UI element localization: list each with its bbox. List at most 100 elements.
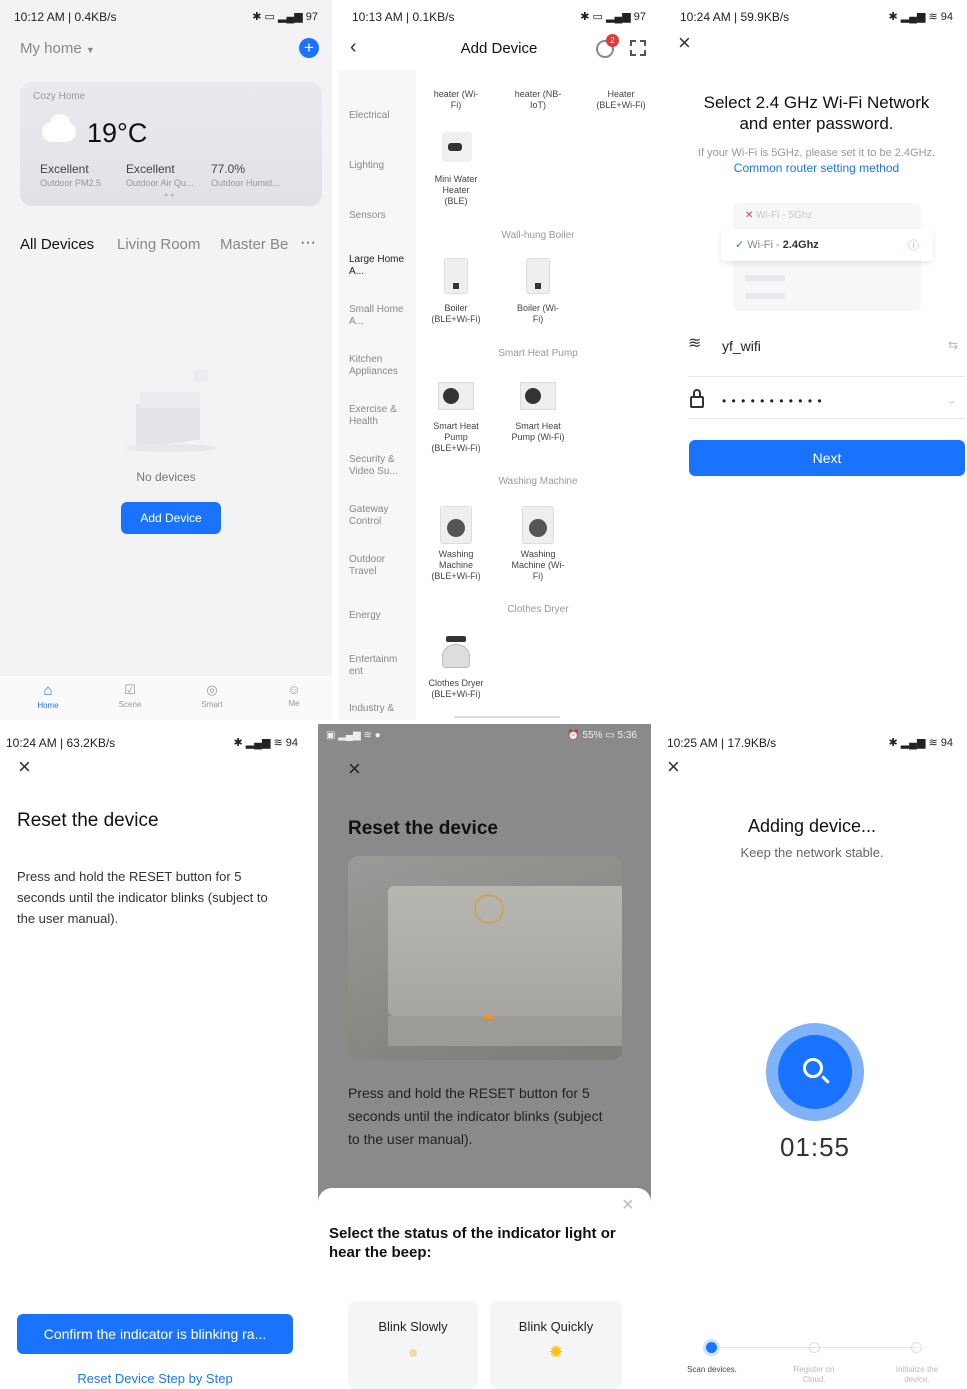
nav-scene[interactable]: ☑ Scene [110,682,150,709]
status-time: 10:13 AM | 0.1KB/s [352,10,455,24]
wifi-5g-row: ✕ Wi-Fi - 5Ghz [745,210,813,221]
category-gateway[interactable]: Gateway Control [349,504,405,528]
device-item[interactable]: Boiler (BLE+Wi-Fi) [430,303,482,325]
close-icon[interactable]: × [667,754,680,780]
divider [688,376,965,377]
weather-stat: Excellent Outdoor PM2.5 [40,162,102,188]
tab-living-room[interactable]: Living Room [117,236,200,253]
device-item[interactable]: Washing Machine (BLE+Wi-Fi) [428,549,484,582]
status-time: 10:25 AM | 17.9KB/s [667,736,777,750]
page-title: Adding device... [747,816,877,836]
category-small-home[interactable]: Small Home A... [349,304,405,328]
device-item[interactable]: Smart Heat Pump (Wi-Fi) [510,421,566,443]
weather-stat: 77.0% Outdoor Humid... [211,162,280,188]
device-item[interactable]: heater (Wi-Fi) [432,89,480,111]
category-entertainment[interactable]: Entertainm ent [349,654,403,678]
next-button[interactable]: Next [689,440,965,476]
device-item[interactable]: Washing Machine (Wi-Fi) [510,549,566,582]
close-icon[interactable]: × [622,1194,634,1217]
home-selector[interactable]: My home ▼ [20,40,95,57]
option-blink-slowly[interactable]: Blink Slowly ● [348,1301,478,1389]
empty-text: No devices [136,470,196,484]
step-register-dot [809,1342,820,1353]
step-label: Initialize the device. [895,1365,939,1384]
category-outdoor[interactable]: Outdoor Travel [349,554,405,578]
nav-me[interactable]: ☺ Me [274,682,314,708]
nav-smart[interactable]: ◎ Smart [192,682,232,709]
status-bar: ▣ ▂▄▆ ≋ ● ⏰ 55% ▭ 5:36 [318,724,651,758]
wifi-illustration: ✕ Wi-Fi - 5Ghz ✓ Wi-Fi - 2.4Ghz ⓘ [721,203,933,311]
heat-pump-icon [520,382,556,410]
eye-icon[interactable]: ⌣ [948,396,955,409]
device-item[interactable]: Boiler (Wi-Fi) [512,303,564,325]
panel-reset-sheet: ▣ ▂▄▆ ≋ ● ⏰ 55% ▭ 5:36 × Reset the devic… [318,724,651,1389]
wifi-24g-row: ✓ Wi-Fi - 2.4Ghz ⓘ [721,229,933,261]
tab-all-devices[interactable]: All Devices [20,236,94,253]
panel-reset: 10:24 AM | 63.2KB/s ✱ ▂▄▆ ≋ 94 × Reset t… [0,726,312,1389]
password-field[interactable]: • • • • • • • • • • • [722,394,823,408]
category-energy[interactable]: Energy [349,610,409,621]
bottom-nav: ⌂ Home ☑ Scene ◎ Smart ☺ Me [0,676,332,720]
scene-icon: ☑ [124,682,136,697]
lock-shackle-icon [693,389,701,397]
category-industry[interactable]: Industry & [349,703,409,714]
status-bar: 10:24 AM | 59.9KB/s ✱ ▂▄▆ ≋ 94 [666,0,967,34]
add-device-button[interactable]: Add Device [121,502,221,534]
category-large-home[interactable]: Large Home A... [349,254,405,278]
info-icon: ⓘ [908,240,919,252]
category-sensors[interactable]: Sensors [349,210,409,221]
confirm-blinking-button[interactable]: Confirm the indicator is blinking ra... [17,1314,293,1354]
bulb-lit-icon: ✹ [548,1342,564,1362]
heat-pump-icon [438,382,474,410]
category-lighting[interactable]: Lighting [349,160,409,171]
section-title: Wall-hung Boiler [501,230,575,241]
device-item[interactable]: Mini Water Heater (BLE) [430,174,482,207]
smart-icon: ◎ [206,682,218,697]
nav-home[interactable]: ⌂ Home [28,682,68,710]
status-time: 10:12 AM | 0.4KB/s [14,10,117,24]
boiler-icon [444,258,468,294]
step-scan-dot [703,1339,720,1356]
category-security[interactable]: Security & Video Su... [349,454,405,478]
router-setting-link[interactable]: Common router setting method [666,161,967,175]
status-icons: ✱ ▭ ▂▄▆ 97 [580,11,646,23]
status-icons: ✱ ▂▄▆ ≋ 94 [888,737,953,749]
page-title: Reset the device [348,818,498,839]
status-bar: 10:24 AM | 63.2KB/s ✱ ▂▄▆ ≋ 94 [0,726,312,760]
heading: Select 2.4 GHz Wi-Fi Network and enter p… [703,93,930,133]
more-icon[interactable]: ··· [300,234,316,252]
device-item[interactable]: heater (NB-IoT) [514,89,562,111]
status-icons-right: ⏰ 55% ▭ 5:36 [567,730,637,741]
weather-card[interactable]: Cozy Home 19°C Excellent Outdoor PM2.5 E… [20,82,322,206]
indicator-light [484,1016,494,1019]
qr-scan-icon[interactable] [630,40,646,56]
switch-network-icon[interactable]: ⇆ [948,338,958,352]
option-blink-quickly[interactable]: Blink Quickly ✹ [490,1301,622,1389]
reset-step-link[interactable]: Reset Device Step by Step [0,1371,310,1386]
tab-master-bedroom[interactable]: Master Be [220,236,294,253]
close-icon[interactable]: × [18,754,31,780]
category-kitchen[interactable]: Kitchen Appliances [349,354,411,378]
status-icons: ✱ ▭ ▂▄▆ 97 [252,11,318,23]
close-icon[interactable]: × [348,756,361,782]
scroll-indicator [454,716,560,718]
panel-home: 10:12 AM | 0.4KB/s ✱ ▭ ▂▄▆ 97 My home ▼ … [0,0,332,720]
me-icon: ☺ [287,682,301,697]
status-time: 10:24 AM | 63.2KB/s [6,736,116,750]
device-item[interactable]: Smart Heat Pump (BLE+Wi-Fi) [428,421,484,454]
step-init-dot [911,1342,922,1353]
ssid-field[interactable]: yf_wifi [722,338,761,354]
washer-icon [440,506,472,544]
device-photo [348,856,622,1060]
empty-box-icon [120,370,224,456]
device-item[interactable]: Clothes Dryer (BLE+Wi-Fi) [428,678,484,700]
category-exercise[interactable]: Exercise & Health [349,404,405,428]
close-icon[interactable]: × [678,30,691,56]
panel-wifi: 10:24 AM | 59.9KB/s ✱ ▂▄▆ ≋ 94 × Select … [666,0,967,720]
category-electrical[interactable]: Electrical [349,110,409,121]
device-item[interactable]: Heater (BLE+Wi-Fi) [590,89,652,111]
hint-text: If your Wi-Fi is 5GHz, please set it to … [697,147,936,159]
dryer-icon [442,636,470,670]
add-icon[interactable]: + [299,38,319,58]
status-bar: 10:13 AM | 0.1KB/s ✱ ▭ ▂▄▆ 97 [338,0,660,34]
